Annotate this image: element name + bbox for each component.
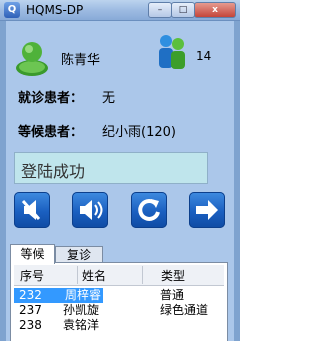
refresh-icon	[138, 198, 160, 221]
app-icon: Q	[4, 2, 20, 18]
row-type: 绿色通道	[160, 303, 209, 317]
next-patient-value: 纪小雨(120)	[102, 125, 176, 140]
close-button[interactable]: x	[194, 2, 236, 18]
row-number: 238	[19, 318, 42, 332]
minimize-button[interactable]: –	[148, 2, 172, 18]
doctor-name: 陈青华	[61, 53, 101, 68]
column-header-type[interactable]: 类型	[161, 267, 185, 284]
people-queue-icon	[159, 35, 185, 69]
mute-button[interactable]	[14, 192, 50, 228]
row-name: 周梓睿	[63, 288, 104, 303]
column-header-name[interactable]: 姓名	[82, 267, 106, 284]
row-name: 袁铭洋	[63, 318, 100, 332]
table-row[interactable]: 238 袁铭洋	[14, 318, 224, 333]
call-button[interactable]	[72, 192, 108, 228]
next-patient-label: 等候患者：	[18, 125, 84, 140]
next-button[interactable]	[189, 192, 225, 228]
row-number: 232	[19, 288, 42, 302]
app-window: Q HQMS-DP – □ x 陈青华 14 就诊患者： 无 等候患者： 纪小雨…	[0, 0, 240, 341]
doctor-avatar-icon	[16, 42, 48, 76]
table-row[interactable]: 232 周梓睿 普通	[14, 288, 224, 303]
client-area: 陈青华 14 就诊患者： 无 等候患者： 纪小雨(120) 登陆成功 等候 复诊…	[6, 21, 234, 341]
title-bar[interactable]: Q HQMS-DP – □ x	[0, 0, 240, 21]
status-message: 登陆成功	[21, 162, 86, 181]
table-header: 序号 姓名 类型	[14, 265, 224, 286]
maximize-button[interactable]: □	[171, 2, 195, 18]
speaker-call-icon	[80, 200, 103, 220]
row-type: 普通	[160, 288, 185, 302]
waiting-count: 14	[196, 49, 212, 63]
status-box: 登陆成功	[14, 152, 208, 184]
current-patient-value: 无	[102, 91, 116, 106]
speaker-mute-icon	[21, 200, 41, 220]
row-number: 237	[19, 303, 42, 317]
patient-list: 序号 姓名 类型 232 周梓睿 普通 237 孙凯旋 绿色通道 238 袁铭洋	[10, 262, 228, 341]
window-title: HQMS-DP	[26, 3, 84, 17]
column-header-number[interactable]: 序号	[20, 267, 44, 284]
current-patient-label: 就诊患者：	[18, 91, 84, 106]
arrow-right-icon	[196, 200, 218, 220]
tab-revisit[interactable]: 复诊	[55, 246, 103, 263]
refresh-button[interactable]	[131, 192, 167, 228]
tab-waiting[interactable]: 等候	[10, 244, 55, 264]
table-row[interactable]: 237 孙凯旋 绿色通道	[14, 303, 224, 318]
row-name: 孙凯旋	[63, 303, 100, 317]
